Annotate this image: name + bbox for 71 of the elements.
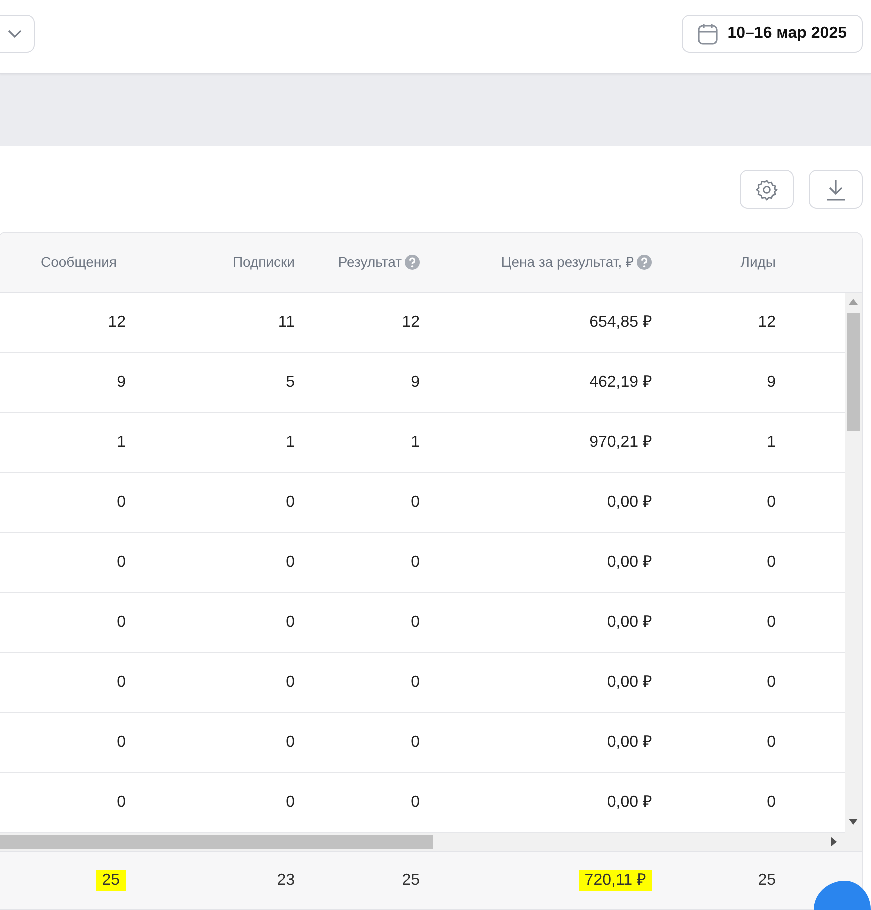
table-cell-text: 0 (116, 732, 127, 752)
scroll-right-icon[interactable] (831, 837, 837, 847)
table-cell-text: 654,85 ₽ (588, 312, 653, 332)
table-cell-text: 0,00 ₽ (606, 552, 653, 572)
table-cell-text: 5 (285, 372, 296, 392)
table-cell-text: 462,19 ₽ (588, 372, 653, 392)
scrollbar-thumb[interactable] (0, 835, 433, 849)
table-cell-text: 11 (277, 312, 296, 332)
table-cell-text: 0 (410, 672, 421, 692)
column-header: Лиды (740, 253, 776, 272)
table-cell-text: 0 (116, 492, 127, 512)
help-icon[interactable] (405, 255, 420, 270)
scroll-down-icon[interactable] (849, 819, 858, 825)
download-icon (826, 178, 846, 200)
chevron-down-icon (8, 30, 22, 38)
calendar-icon (698, 23, 718, 45)
table-cell-text: 0 (285, 552, 296, 572)
table-cell-text: 1 (116, 432, 127, 452)
total-value: 720,11 ₽ (578, 870, 652, 890)
table-cell-text: 0 (285, 492, 296, 512)
table-cell-text: 0 (766, 612, 777, 632)
table-cell-text: 12 (401, 312, 421, 332)
table-cell-text: 0 (116, 612, 127, 632)
table-cell-text: 0 (766, 672, 777, 692)
table-cell-text: 1 (410, 432, 421, 452)
total-value: 25 (402, 872, 420, 888)
table-cell-text: 0 (410, 552, 421, 572)
table-cell-text: 0 (116, 792, 127, 812)
download-button[interactable] (809, 170, 863, 209)
table-cell-text: 0 (285, 732, 296, 752)
table-cell-text: 9 (410, 372, 421, 392)
table-cell-text: 0 (410, 792, 421, 812)
table-cell-text: 0 (410, 612, 421, 632)
table-cell-text: 970,21 ₽ (588, 432, 653, 452)
scroll-up-icon[interactable] (849, 299, 858, 305)
table-cell-text: 0 (766, 732, 777, 752)
table-cell-text: 0,00 ₽ (606, 612, 653, 632)
table-cell-text: 0 (410, 732, 421, 752)
table-cell-text: 9 (766, 372, 777, 392)
horizontal-scrollbar[interactable] (0, 833, 862, 851)
table-cell-text: 0,00 ₽ (606, 492, 653, 512)
table-cell-text: 0 (285, 612, 296, 632)
total-value: 25 (96, 870, 126, 890)
column-header: Подписки (232, 253, 295, 272)
vertical-scrollbar[interactable] (845, 293, 862, 833)
total-value: 25 (758, 872, 776, 888)
date-range-button[interactable]: 10–16 мар 2025 (682, 15, 863, 53)
table-cell-text: 12 (757, 312, 777, 332)
table-cell-text: 0 (116, 552, 127, 572)
table-cell-text: 0 (285, 672, 296, 692)
settings-button[interactable] (740, 170, 794, 209)
column-header: Результат (338, 253, 402, 272)
table-cell-text: 0,00 ₽ (606, 672, 653, 692)
table-cell-text: 0,00 ₽ (606, 732, 653, 752)
table-cell-text: 0 (766, 552, 777, 572)
help-icon[interactable] (637, 255, 652, 270)
table-cell-text: 0 (285, 792, 296, 812)
scrollbar-thumb[interactable] (847, 313, 860, 431)
total-value: 23 (277, 872, 295, 888)
settings-icon (756, 178, 778, 200)
table-cell-text: 0 (766, 792, 777, 812)
table-cell-text: 0 (766, 492, 777, 512)
table-cell-text: 9 (116, 372, 127, 392)
table-cell-text: 12 (107, 312, 127, 332)
table-cell-text: 0,00 ₽ (606, 792, 653, 812)
column-header: Цена за результат, ₽ (501, 253, 634, 272)
table-cell-text: 1 (285, 432, 296, 452)
table-cell-text: 1 (766, 432, 777, 452)
table-cell-text: 0 (116, 672, 127, 692)
table-cell-text: 0 (410, 492, 421, 512)
column-header: Сообщения (41, 253, 117, 272)
